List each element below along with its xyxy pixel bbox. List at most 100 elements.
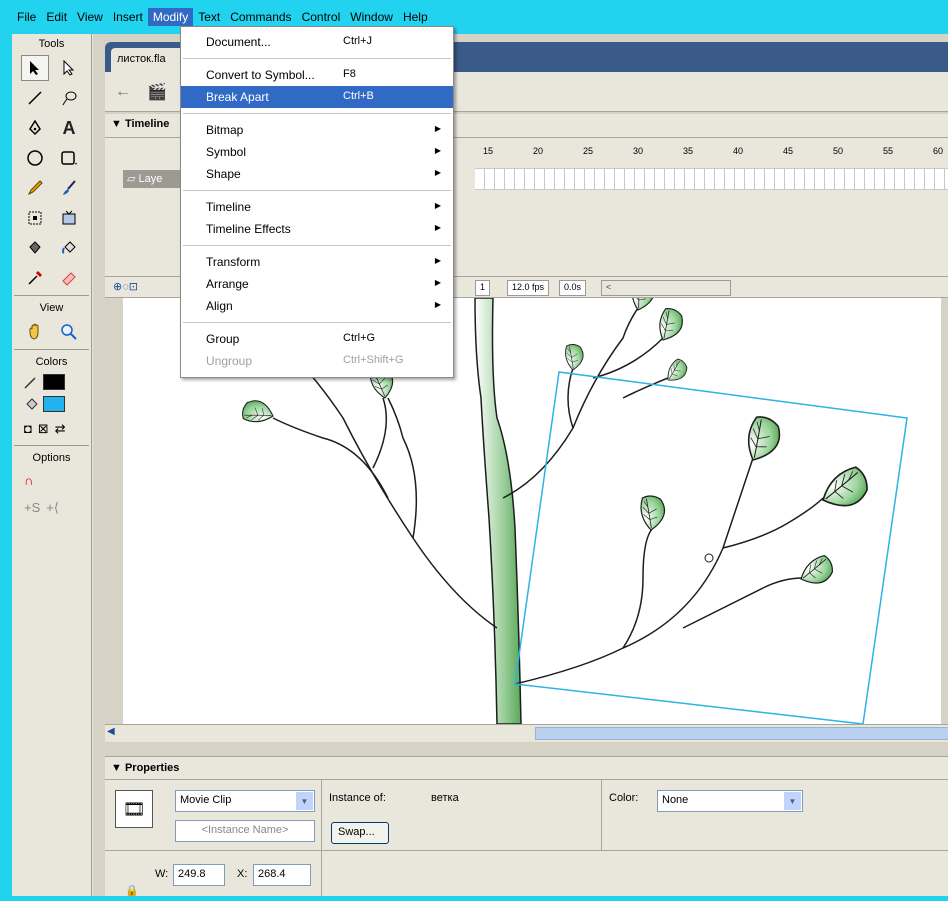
lasso-icon[interactable] bbox=[55, 85, 83, 111]
submenu-arrow-icon: ▶ bbox=[434, 300, 441, 309]
eyedropper-icon[interactable] bbox=[21, 265, 49, 291]
subselect-icon[interactable] bbox=[55, 55, 83, 81]
menu-item-document[interactable]: Document... Ctrl+J bbox=[181, 31, 453, 53]
submenu-arrow-icon: ▶ bbox=[434, 278, 441, 287]
layer-frames[interactable] bbox=[475, 168, 948, 190]
ruler-number: 35 bbox=[683, 146, 694, 156]
fill-color-swatch[interactable] bbox=[43, 396, 65, 412]
fill-transform-icon[interactable] bbox=[55, 205, 83, 231]
text-icon[interactable]: A bbox=[55, 115, 83, 141]
free-transform-icon[interactable] bbox=[21, 205, 49, 231]
color-label: Color: bbox=[609, 792, 639, 804]
line-icon[interactable] bbox=[21, 85, 49, 111]
fill-color-row[interactable] bbox=[12, 393, 91, 415]
menubar: File Edit View Insert Modify Text Comman… bbox=[0, 0, 948, 34]
menu-separator bbox=[183, 113, 451, 114]
color-effect-select[interactable]: None ▼ bbox=[657, 790, 803, 812]
menu-insert[interactable]: Insert bbox=[108, 8, 148, 26]
smooth-icon[interactable]: +S bbox=[24, 500, 40, 516]
scroll-left-icon[interactable]: < bbox=[606, 282, 611, 292]
menu-separator bbox=[183, 190, 451, 191]
ruler-number: 15 bbox=[483, 146, 494, 156]
menu-item-shape[interactable]: Shape ▶ bbox=[181, 163, 453, 185]
scroll-thumb[interactable] bbox=[535, 727, 948, 740]
stage-hscroll[interactable]: ◀ bbox=[105, 724, 948, 742]
menu-window[interactable]: Window bbox=[345, 8, 398, 26]
view-title: View bbox=[39, 302, 64, 314]
menu-control[interactable]: Control bbox=[297, 8, 346, 26]
ruler-number: 60 bbox=[933, 146, 944, 156]
rectangle-icon[interactable] bbox=[55, 145, 83, 171]
menu-item-bitmap[interactable]: Bitmap ▶ bbox=[181, 119, 453, 141]
movie-clip-icon: 🎞 bbox=[115, 790, 153, 828]
colors-separator bbox=[14, 445, 89, 446]
menu-item-symbol[interactable]: Symbol ▶ bbox=[181, 141, 453, 163]
submenu-arrow-icon: ▶ bbox=[434, 146, 441, 155]
tools-panel: Tools A View Colors ◘ ⊠ ⇄ Options ∩ +S +… bbox=[12, 34, 92, 896]
submenu-arrow-icon: ▶ bbox=[434, 256, 441, 265]
divider bbox=[105, 850, 948, 851]
menu-help[interactable]: Help bbox=[398, 8, 433, 26]
hand-icon[interactable] bbox=[21, 319, 49, 345]
zoom-icon[interactable] bbox=[55, 319, 83, 345]
snap-magnet-icon[interactable]: ∩ bbox=[24, 473, 33, 488]
pen-icon[interactable] bbox=[21, 115, 49, 141]
scene-icon[interactable]: 🎬 bbox=[147, 82, 167, 102]
instance-of-value: ветка bbox=[431, 792, 459, 804]
menu-item-arrange[interactable]: Arrange ▶ bbox=[181, 273, 453, 295]
brush-icon[interactable] bbox=[55, 175, 83, 201]
width-input[interactable]: 249.8 bbox=[173, 864, 225, 886]
menu-view[interactable]: View bbox=[72, 8, 108, 26]
timeline-title: Timeline bbox=[124, 118, 170, 130]
menu-file[interactable]: File bbox=[12, 8, 41, 26]
arrow-icon[interactable] bbox=[21, 55, 49, 81]
menu-text[interactable]: Text bbox=[193, 8, 225, 26]
ruler-number: 20 bbox=[533, 146, 544, 156]
stroke-color-swatch[interactable] bbox=[43, 374, 65, 390]
window-frame-left bbox=[0, 0, 12, 901]
oval-icon[interactable] bbox=[21, 145, 49, 171]
swap-colors-icon[interactable]: ⇄ bbox=[55, 421, 66, 437]
ink-bottle-icon[interactable] bbox=[21, 235, 49, 261]
registration-point[interactable] bbox=[704, 553, 714, 563]
insert-layer-icon[interactable]: ⊕◌⊡ bbox=[113, 280, 138, 293]
tools-separator bbox=[14, 295, 89, 296]
layer-name[interactable]: ▱ Laye bbox=[123, 170, 183, 188]
document-tab[interactable]: листок.fla bbox=[111, 48, 187, 72]
menu-item-group[interactable]: Group Ctrl+G bbox=[181, 328, 453, 350]
instance-name-input[interactable]: <Instance Name> bbox=[175, 820, 315, 842]
menu-separator bbox=[183, 58, 451, 59]
stroke-color-row[interactable] bbox=[12, 371, 91, 393]
x-label: X: bbox=[237, 868, 248, 880]
menu-item-transform[interactable]: Transform ▶ bbox=[181, 251, 453, 273]
symbol-type-select[interactable]: Movie Clip ▼ bbox=[175, 790, 315, 812]
menu-item-timeline-effects[interactable]: Timeline Effects ▶ bbox=[181, 218, 453, 240]
width-label: W: bbox=[155, 868, 169, 880]
no-color-icon[interactable]: ⊠ bbox=[38, 421, 49, 437]
back-arrow-icon[interactable]: ← bbox=[115, 83, 131, 101]
menu-item-convert-to-symbol[interactable]: Convert to Symbol... F8 bbox=[181, 64, 453, 86]
submenu-arrow-icon: ▶ bbox=[434, 201, 441, 210]
swap-button[interactable]: Swap... bbox=[331, 822, 389, 844]
x-input[interactable]: 268.4 bbox=[253, 864, 311, 886]
menu-edit[interactable]: Edit bbox=[41, 8, 72, 26]
menu-modify[interactable]: Modify bbox=[147, 8, 194, 26]
paint-bucket-icon[interactable] bbox=[55, 235, 83, 261]
chevron-down-icon: ▼ bbox=[784, 792, 801, 810]
black-white-icon[interactable]: ◘ bbox=[24, 421, 32, 437]
color-effect-value: None bbox=[662, 794, 689, 806]
eraser-icon[interactable] bbox=[55, 265, 83, 291]
frame-rate: 12.0 fps bbox=[507, 280, 550, 296]
scroll-left-arrow-icon[interactable]: ◀ bbox=[107, 726, 121, 740]
pencil-icon[interactable] bbox=[21, 175, 49, 201]
timeline-hscroll[interactable]: < bbox=[601, 280, 731, 296]
properties-header[interactable]: ▼ Properties bbox=[105, 756, 948, 780]
menu-item-break-apart[interactable]: Break Apart Ctrl+B bbox=[181, 86, 453, 108]
menu-item-timeline[interactable]: Timeline ▶ bbox=[181, 196, 453, 218]
straighten-icon[interactable]: +⟨ bbox=[46, 500, 59, 516]
modify-menu: Document... Ctrl+J Convert to Symbol... F8… bbox=[180, 26, 454, 378]
menu-item-align[interactable]: Align ▶ bbox=[181, 295, 453, 317]
view-separator bbox=[14, 349, 89, 350]
colors-title: Colors bbox=[35, 356, 68, 368]
menu-commands[interactable]: Commands bbox=[225, 8, 296, 26]
